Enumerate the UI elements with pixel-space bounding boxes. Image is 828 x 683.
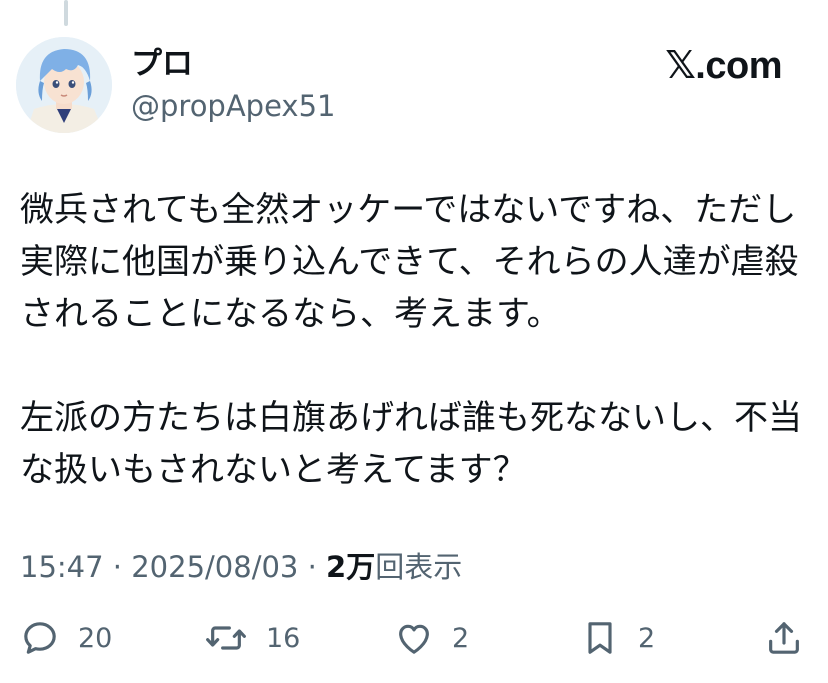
anime-avatar-icon [16, 37, 112, 133]
like-button[interactable]: 2 [394, 612, 469, 664]
like-count: 2 [452, 622, 470, 654]
bookmark-button[interactable]: 2 [580, 612, 655, 664]
bookmark-count: 2 [638, 622, 656, 654]
author-display-name[interactable]: プロ [131, 44, 193, 84]
tweet-meta: 15:47 · 2025/08/03 · 2万回表示 [20, 548, 462, 586]
x-com-logo: 𝕏.com [665, 45, 782, 87]
repost-count: 16 [266, 622, 301, 654]
repost-button[interactable]: 16 [204, 612, 300, 664]
tweet-text: 微兵されても全然オッケーではないですね、ただし 実際に他国が乗り込んできて、それ… [20, 184, 810, 496]
tweet-line: な扱いもされないと考えてます？ [20, 450, 527, 490]
post-time[interactable]: 15:47 [20, 550, 104, 584]
heart-icon [399, 624, 429, 654]
views-label: 回表示 [375, 550, 463, 584]
reply-count: 20 [78, 622, 113, 654]
repost-icon [206, 626, 246, 650]
views-count: 2万 [326, 550, 376, 584]
meta-separator: · [112, 550, 123, 584]
author-handle[interactable]: @propApex51 [131, 88, 336, 124]
reply-icon [24, 622, 56, 654]
tweet-line: 実際に他国が乗り込んできて、それらの人達が虐殺 [20, 242, 799, 282]
tweet-line: 微兵されても全然オッケーではないですね、ただし [20, 190, 797, 230]
tweet-action-bar: 20 16 2 2 [0, 612, 828, 664]
tweet-line: 左派の方たちは白旗あげれば誰も死なないし、不当 [20, 398, 802, 438]
share-icon [769, 622, 799, 654]
avatar[interactable] [16, 37, 112, 133]
reply-button[interactable]: 20 [20, 612, 112, 664]
tweet-paragraph: 微兵されても全然オッケーではないですね、ただし 実際に他国が乗り込んできて、それ… [20, 184, 810, 340]
tweet-line: されることになるなら、考えます。 [20, 294, 561, 334]
tweet-paragraph: 左派の方たちは白旗あげれば誰も死なないし、不当 な扱いもされないと考えてます？ [20, 392, 810, 496]
meta-separator: · [307, 550, 317, 584]
share-button[interactable] [764, 612, 804, 664]
post-date[interactable]: 2025/08/03 [131, 550, 298, 584]
bookmark-icon [588, 622, 612, 654]
thread-connector-line [64, 0, 68, 26]
